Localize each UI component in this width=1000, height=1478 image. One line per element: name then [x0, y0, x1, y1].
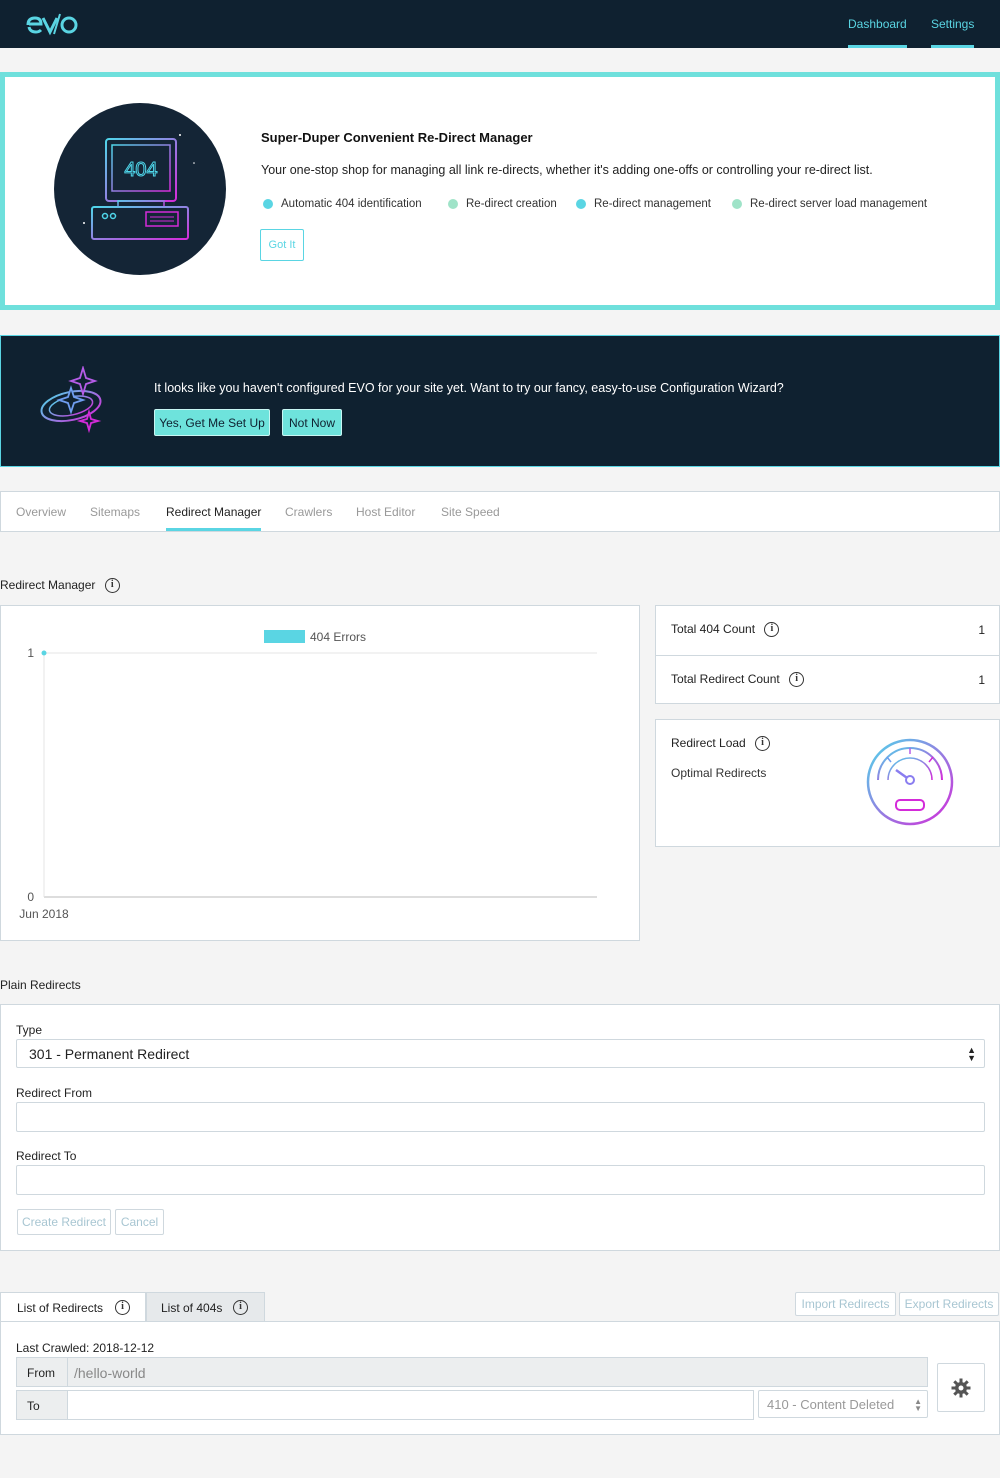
list-404s-panel: Last Crawled: 2018-12-12 From /hello-wor…: [0, 1321, 1000, 1435]
redirect-from-input[interactable]: [16, 1102, 985, 1132]
nav-dashboard-underline: [848, 45, 907, 48]
stat-value: 1: [978, 673, 985, 687]
redirect-manager-heading: Redirect Manager i: [0, 578, 120, 594]
info-icon[interactable]: i: [755, 736, 771, 752]
legend-label: 404 Errors: [310, 630, 366, 644]
import-redirects-button[interactable]: Import Redirects: [795, 1292, 896, 1316]
stats-card: Total 404 Count i 1 Total Redirect Count…: [655, 605, 1000, 704]
from-label: From: [16, 1357, 68, 1387]
redirect-type-select[interactable]: 301 - Permanent Redirect ▲ ▼: [16, 1039, 985, 1068]
evo-logo[interactable]: [26, 10, 80, 38]
stat-label: Total 404 Count i: [671, 622, 780, 638]
redirect-to-label: Redirect To: [16, 1149, 77, 1163]
intro-card: 404 Super-Duper Convenient Re-Direct Man…: [0, 72, 1000, 310]
tab-list-of-404s-label: List of 404s: [161, 1301, 223, 1315]
feature-bullet-icon: [732, 199, 742, 209]
wizard-banner: It looks like you haven't configured EVO…: [0, 335, 1000, 467]
type-label: Type: [16, 1023, 43, 1037]
gear-icon: [951, 1378, 971, 1398]
info-icon[interactable]: i: [115, 1300, 130, 1315]
plain-redirects-title: Plain Redirects: [0, 978, 81, 992]
feature-item: Re-direct server load management: [732, 198, 928, 210]
select-arrows-icon: ▲ ▼: [967, 1045, 976, 1063]
info-icon[interactable]: i: [764, 622, 780, 638]
feature-item: Automatic 404 identification: [263, 198, 422, 210]
to-label: To: [16, 1390, 68, 1420]
stat-label: Total Redirect Count i: [671, 672, 805, 688]
nav-settings-label: Settings: [931, 17, 975, 31]
nav-settings-underline: [931, 45, 975, 48]
to-path-input[interactable]: [67, 1390, 754, 1420]
nav-dashboard[interactable]: Dashboard: [848, 17, 907, 48]
data-point: [41, 650, 47, 656]
tab-sitemaps[interactable]: Sitemaps: [90, 505, 140, 519]
stat-label-text: Total Redirect Count: [671, 672, 780, 686]
y-tick-label: 0: [27, 890, 34, 904]
stat-label-text: Total 404 Count: [671, 622, 756, 636]
nav-settings[interactable]: Settings: [931, 17, 975, 48]
badge-404-text: 404: [124, 159, 157, 181]
row-settings-button[interactable]: [937, 1363, 985, 1412]
wizard-message: It looks like you haven't configured EVO…: [154, 381, 784, 395]
top-nav: Dashboard Settings: [0, 0, 1000, 48]
feature-bullet-icon: [448, 199, 458, 209]
y-tick-label: 1: [27, 646, 34, 660]
section-tabs: Overview Sitemaps Redirect Manager Crawl…: [0, 491, 1000, 532]
redirect-from-label: Redirect From: [16, 1086, 93, 1100]
stat-row-redirects: Total Redirect Count i 1: [656, 655, 1000, 704]
magic-sparkle-icon: [40, 366, 102, 434]
redirect-load-card: Redirect Load i Optimal Redirects: [655, 719, 1000, 847]
setup-wizard-button[interactable]: Yes, Get Me Set Up: [154, 409, 270, 436]
feature-label: Re-direct creation: [466, 198, 557, 210]
feature-item: Re-direct creation: [448, 198, 557, 210]
tab-list-of-404s[interactable]: List of 404s i: [146, 1292, 265, 1322]
feature-label: Re-direct management: [594, 198, 711, 210]
status-code-value: 410 - Content Deleted: [767, 1397, 895, 1412]
create-redirect-button[interactable]: Create Redirect: [17, 1209, 111, 1235]
tab-list-of-redirects[interactable]: List of Redirects i: [0, 1292, 146, 1322]
tab-overview[interactable]: Overview: [16, 505, 66, 519]
redirect-type-value: 301 - Permanent Redirect: [29, 1046, 190, 1062]
tab-redirect-manager[interactable]: Redirect Manager: [166, 505, 262, 531]
tab-crawlers[interactable]: Crawlers: [285, 505, 332, 519]
intro-description: Your one-stop shop for managing all link…: [261, 163, 873, 177]
tab-redirect-manager-label: Redirect Manager: [166, 505, 262, 519]
computer-404-illustration: 404: [54, 103, 226, 275]
not-now-button[interactable]: Not Now: [282, 409, 342, 436]
redirect-load-heading: Redirect Load i: [671, 736, 771, 752]
x-tick-label: Jun 2018: [19, 907, 69, 921]
errors-chart-svg: 404 Errors 1 0 Jun 2018: [19, 630, 597, 921]
tab-host-editor[interactable]: Host Editor: [356, 505, 415, 519]
feature-label: Re-direct server load management: [750, 198, 928, 210]
feature-item: Re-direct management: [576, 198, 711, 210]
select-arrows-icon: ▲ ▼: [914, 1397, 922, 1413]
got-it-button[interactable]: Got It: [260, 229, 304, 261]
from-path-field[interactable]: /hello-world: [67, 1357, 928, 1387]
redirect-to-input[interactable]: [16, 1165, 985, 1195]
feature-bullet-icon: [576, 199, 586, 209]
feature-label: Automatic 404 identification: [281, 198, 422, 210]
info-icon[interactable]: i: [104, 578, 120, 594]
active-tab-underline: [166, 528, 262, 531]
stat-value: 1: [978, 623, 985, 637]
speedometer-icon: [866, 738, 954, 826]
stat-row-404: Total 404 Count i 1: [656, 606, 1000, 655]
export-redirects-button[interactable]: Export Redirects: [899, 1292, 999, 1316]
cancel-button[interactable]: Cancel: [115, 1209, 164, 1235]
nav-dashboard-label: Dashboard: [848, 17, 907, 31]
last-crawled-text: Last Crawled: 2018-12-12: [16, 1341, 155, 1355]
status-code-select[interactable]: 410 - Content Deleted ▲ ▼: [758, 1390, 928, 1418]
feature-bullet-icon: [263, 199, 273, 209]
tab-list-of-redirects-label: List of Redirects: [17, 1301, 104, 1315]
redirect-manager-title: Redirect Manager: [0, 578, 96, 592]
plain-redirect-form: Type 301 - Permanent Redirect ▲ ▼ Redirec…: [0, 1004, 1000, 1251]
legend-swatch: [264, 630, 305, 643]
intro-title: Super-Duper Convenient Re-Direct Manager: [261, 130, 533, 145]
tab-site-speed[interactable]: Site Speed: [441, 505, 500, 519]
info-icon[interactable]: i: [233, 1300, 248, 1315]
info-icon[interactable]: i: [789, 672, 805, 688]
redirect-load-title: Redirect Load: [671, 736, 746, 750]
errors-chart: 404 Errors 1 0 Jun 2018: [0, 605, 640, 941]
redirect-load-status: Optimal Redirects: [671, 766, 767, 780]
